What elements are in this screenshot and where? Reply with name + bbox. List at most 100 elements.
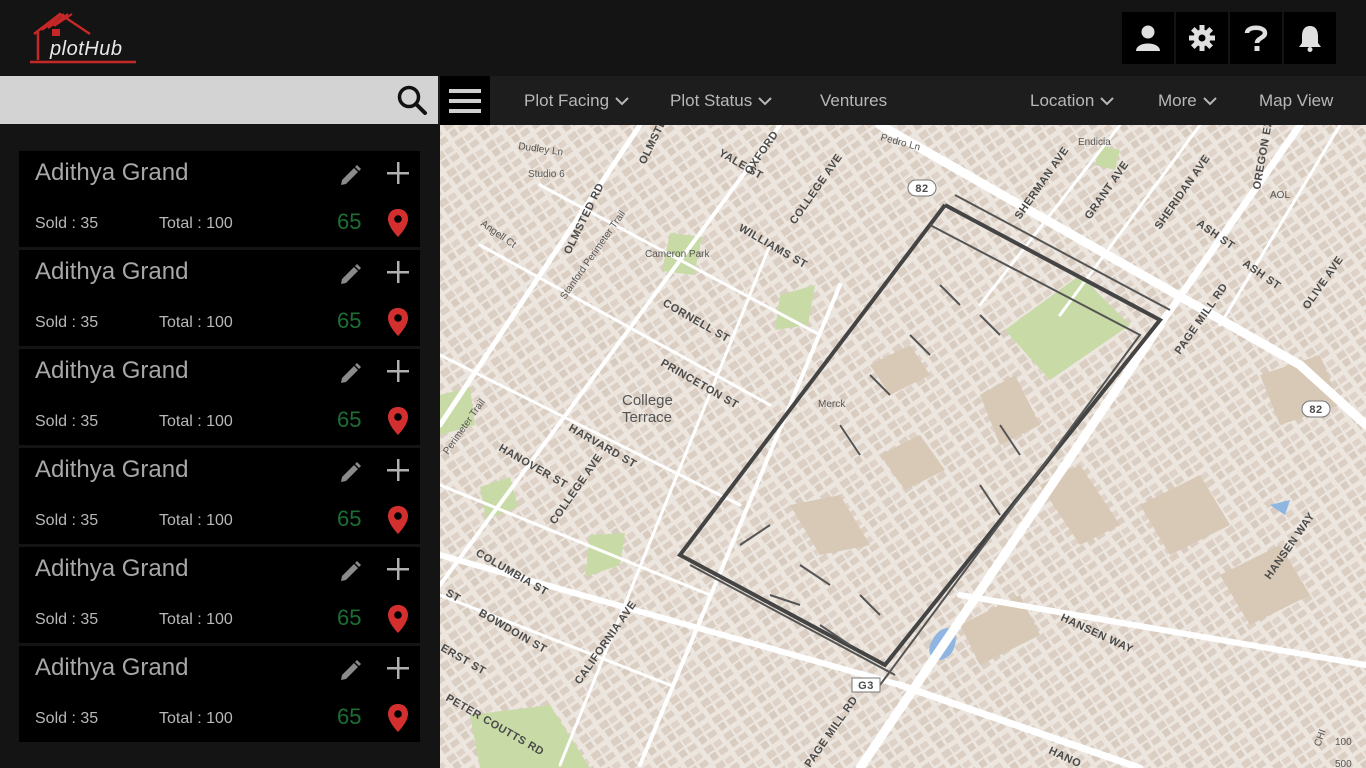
edit-button[interactable] bbox=[337, 163, 363, 189]
edit-button[interactable] bbox=[337, 559, 363, 585]
add-button[interactable] bbox=[385, 457, 411, 483]
user-icon bbox=[1136, 25, 1160, 51]
available-count: 65 bbox=[337, 407, 362, 432]
add-button[interactable] bbox=[385, 358, 411, 384]
locate-button[interactable] bbox=[387, 307, 409, 337]
ventures-link[interactable]: Ventures bbox=[820, 91, 887, 111]
more-dropdown[interactable]: More bbox=[1158, 91, 1217, 111]
add-button[interactable] bbox=[385, 556, 411, 582]
search-bar bbox=[0, 76, 438, 124]
edit-button[interactable] bbox=[337, 262, 363, 288]
venture-name: Adithya Grand bbox=[35, 258, 189, 285]
notifications-button[interactable] bbox=[1284, 12, 1336, 64]
route-82-right-label: 82 bbox=[1309, 404, 1322, 416]
settings-button[interactable] bbox=[1176, 12, 1228, 64]
locate-button[interactable] bbox=[387, 406, 409, 436]
total-count: Total : 100 bbox=[159, 413, 233, 430]
venture-sidebar: Adithya Grand Sold : 35 Total : 100 65 A… bbox=[0, 76, 438, 768]
edit-button[interactable] bbox=[337, 361, 363, 387]
plot-facing-dropdown[interactable]: Plot Facing bbox=[524, 91, 629, 111]
map-canvas[interactable]: 82 82 G3 Dudley Ln Studio 6 OLMSTED RD O… bbox=[440, 125, 1366, 768]
sold-count: Sold : 35 bbox=[35, 413, 99, 430]
more-label: More bbox=[1158, 91, 1197, 110]
map-svg: 82 82 G3 Dudley Ln Studio 6 OLMSTED RD O… bbox=[440, 125, 1366, 768]
available-count: 65 bbox=[337, 704, 362, 729]
plothub-logo[interactable]: plotHub bbox=[30, 12, 140, 66]
venture-card[interactable]: Adithya Grand Sold : 35 Total : 100 65 bbox=[19, 646, 420, 742]
edit-button[interactable] bbox=[337, 658, 363, 684]
venture-name: Adithya Grand bbox=[35, 555, 189, 582]
sold-count: Sold : 35 bbox=[35, 512, 99, 529]
route-g3-label: G3 bbox=[858, 680, 874, 692]
map-view-label: Map View bbox=[1259, 91, 1334, 110]
map-pin-icon bbox=[388, 308, 408, 336]
menu-button[interactable] bbox=[440, 76, 490, 125]
map-pin-icon bbox=[388, 704, 408, 732]
plot-status-dropdown[interactable]: Plot Status bbox=[670, 91, 772, 111]
add-button[interactable] bbox=[385, 160, 411, 186]
chevron-down-icon bbox=[1203, 97, 1217, 106]
user-button[interactable] bbox=[1122, 12, 1174, 64]
plus-icon bbox=[387, 459, 409, 481]
venture-card[interactable]: Adithya Grand Sold : 35 Total : 100 65 bbox=[19, 151, 420, 247]
help-button[interactable] bbox=[1230, 12, 1282, 64]
map-scale-100: 100 bbox=[1335, 737, 1352, 748]
chevron-down-icon bbox=[758, 97, 772, 106]
add-button[interactable] bbox=[385, 259, 411, 285]
locate-button[interactable] bbox=[387, 505, 409, 535]
total-count: Total : 100 bbox=[159, 710, 233, 727]
venture-card[interactable]: Adithya Grand Sold : 35 Total : 100 65 bbox=[19, 250, 420, 346]
hamburger-menu-icon bbox=[449, 88, 481, 113]
search-icon bbox=[397, 85, 427, 115]
plot-facing-label: Plot Facing bbox=[524, 91, 610, 110]
route-g3: G3 bbox=[851, 677, 881, 693]
locate-button[interactable] bbox=[387, 703, 409, 733]
pencil-icon bbox=[341, 561, 361, 581]
chevron-down-icon bbox=[1100, 97, 1114, 106]
total-count: Total : 100 bbox=[159, 512, 233, 529]
pencil-icon bbox=[341, 363, 361, 383]
add-button[interactable] bbox=[385, 655, 411, 681]
sold-count: Sold : 35 bbox=[35, 611, 99, 628]
total-count: Total : 100 bbox=[159, 314, 233, 331]
pencil-icon bbox=[341, 264, 361, 284]
sold-count: Sold : 35 bbox=[35, 314, 99, 331]
map-pin-icon bbox=[388, 605, 408, 633]
pencil-icon bbox=[341, 462, 361, 482]
ventures-label: Ventures bbox=[820, 91, 888, 110]
gear-icon bbox=[1189, 25, 1215, 51]
available-count: 65 bbox=[337, 605, 362, 630]
map-pin-icon bbox=[388, 407, 408, 435]
map-label-endicia: Endicia bbox=[1078, 137, 1111, 148]
plus-icon bbox=[387, 558, 409, 580]
location-dropdown[interactable]: Location bbox=[1030, 91, 1114, 111]
location-label: Location bbox=[1030, 91, 1095, 110]
map-label-college-terrace-2: Terrace bbox=[622, 409, 672, 426]
sold-count: Sold : 35 bbox=[35, 710, 99, 727]
map-label-studio: Studio 6 bbox=[528, 169, 565, 180]
search-button[interactable] bbox=[394, 82, 430, 118]
venture-name: Adithya Grand bbox=[35, 456, 189, 483]
locate-button[interactable] bbox=[387, 208, 409, 238]
help-icon bbox=[1244, 25, 1268, 51]
venture-list: Adithya Grand Sold : 35 Total : 100 65 A… bbox=[19, 151, 420, 745]
venture-card[interactable]: Adithya Grand Sold : 35 Total : 100 65 bbox=[19, 349, 420, 445]
venture-card[interactable]: Adithya Grand Sold : 35 Total : 100 65 bbox=[19, 448, 420, 544]
plus-icon bbox=[387, 657, 409, 679]
route-82-top-label: 82 bbox=[915, 183, 928, 195]
edit-button[interactable] bbox=[337, 460, 363, 486]
total-count: Total : 100 bbox=[159, 611, 233, 628]
total-count: Total : 100 bbox=[159, 215, 233, 232]
map-pin-icon bbox=[388, 209, 408, 237]
logo-text: plotHub bbox=[50, 38, 123, 60]
available-count: 65 bbox=[337, 209, 362, 234]
chevron-down-icon bbox=[615, 97, 629, 106]
plot-status-label: Plot Status bbox=[670, 91, 753, 110]
map-view-button[interactable]: Map View bbox=[1259, 91, 1333, 111]
available-count: 65 bbox=[337, 506, 362, 531]
header-icons bbox=[1122, 12, 1336, 64]
locate-button[interactable] bbox=[387, 604, 409, 634]
search-input[interactable] bbox=[10, 84, 380, 116]
venture-card[interactable]: Adithya Grand Sold : 35 Total : 100 65 bbox=[19, 547, 420, 643]
venture-name: Adithya Grand bbox=[35, 654, 189, 681]
